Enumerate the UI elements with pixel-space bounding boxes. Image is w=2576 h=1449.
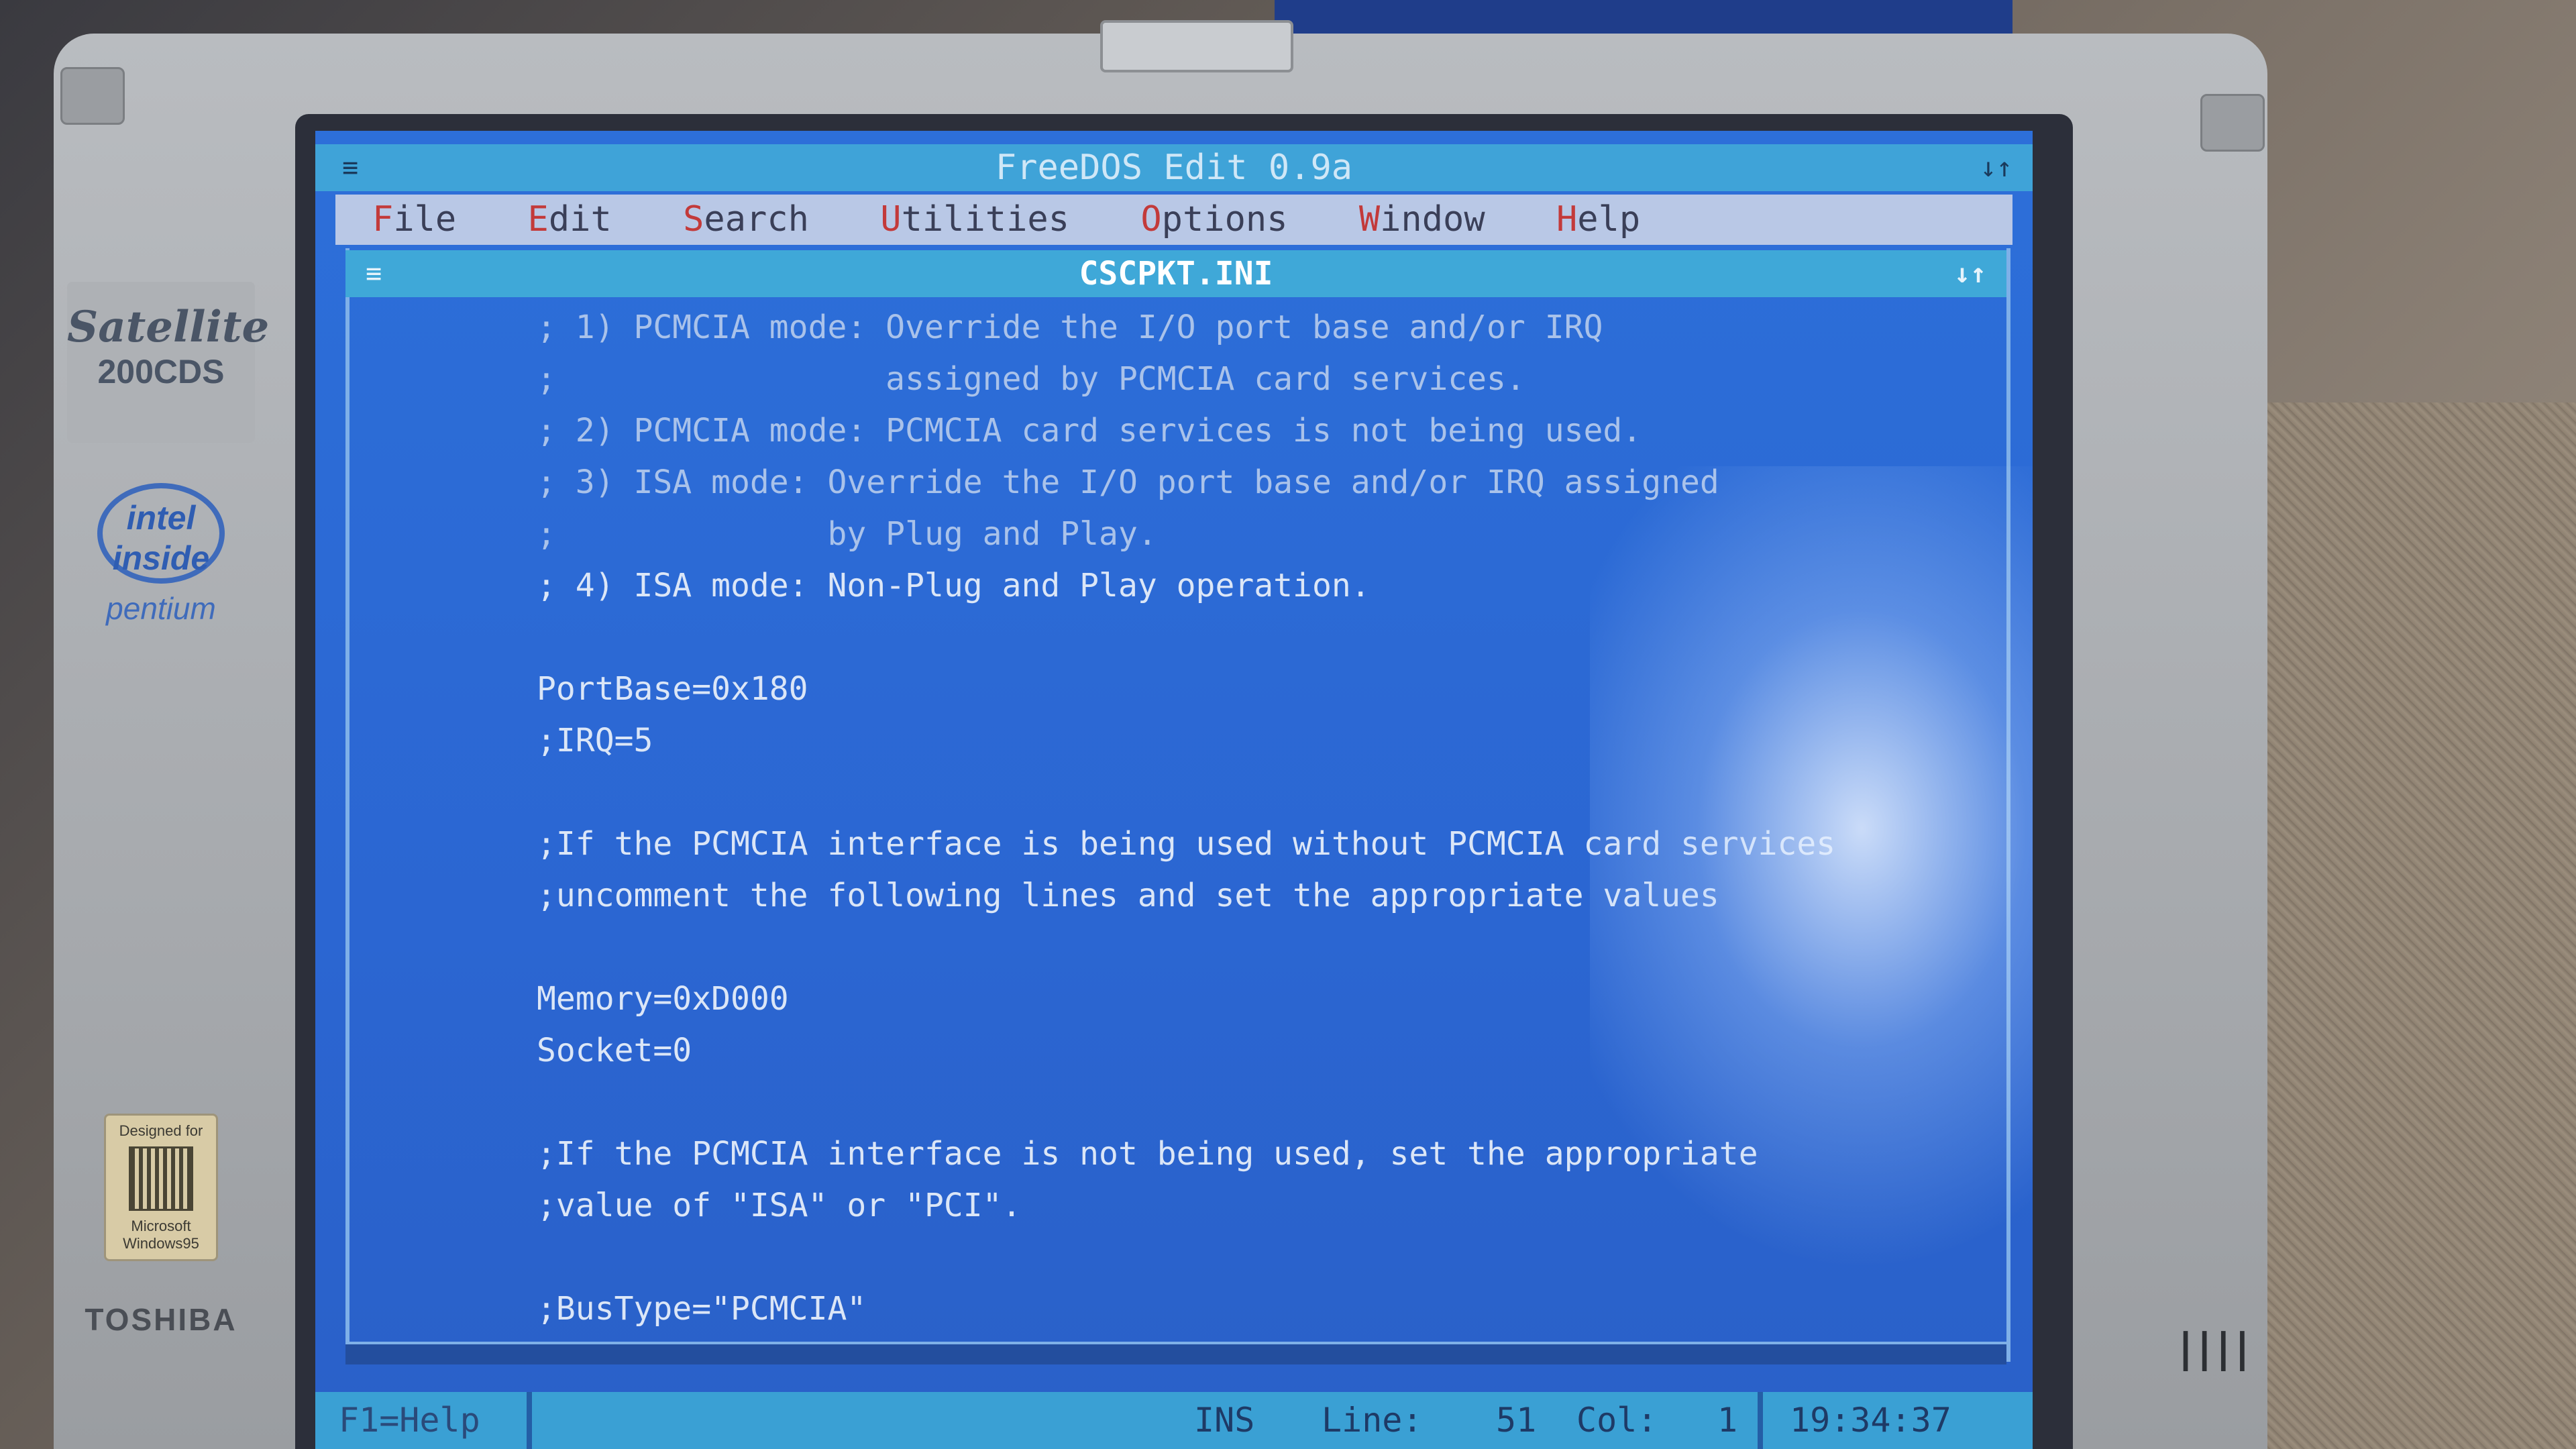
satellite-logo: Satellite 200CDS	[67, 282, 270, 443]
intel-inside-logo: intel inside pentium	[67, 483, 255, 627]
menu-help[interactable]: Help	[1556, 195, 1640, 245]
pentium-label: pentium	[106, 591, 216, 626]
windows95-sticker: Designed for Microsoft Windows95	[67, 1114, 255, 1261]
insert-mode-indicator: INS	[1194, 1401, 1255, 1440]
carpet-surface	[2214, 402, 2576, 1449]
horizontal-scrollbar[interactable]	[345, 1342, 2006, 1364]
line-number: 51	[1496, 1401, 1537, 1440]
editor-line: ; 3) ISA mode: Override the I/O port bas…	[537, 464, 1719, 501]
document-titlebar: ≡ CSCPKT.INI ↓↑	[345, 250, 2006, 297]
lcd-screen: ≡ FreeDOS Edit 0.9a ↓↑ File Edit Search …	[315, 131, 2033, 1449]
menu-search[interactable]: Search	[683, 195, 809, 245]
sticker-microsoft: Microsoft	[131, 1218, 191, 1234]
model-number: 200CDS	[97, 353, 225, 390]
menu-window[interactable]: Window	[1359, 195, 1485, 245]
column-number: 1	[1717, 1401, 1738, 1440]
bezel-bumper-left	[60, 67, 125, 125]
menu-file[interactable]: File	[372, 195, 456, 245]
document-filename: CSCPKT.INI	[1079, 255, 1273, 292]
menu-options[interactable]: Options	[1140, 195, 1287, 245]
editor-line: ; assigned by PCMCIA card services.	[537, 360, 1525, 398]
document-system-menu-icon[interactable]: ≡	[366, 250, 382, 297]
column-label: Col:	[1576, 1401, 1658, 1440]
editor-line: ;value of "ISA" or "PCI".	[537, 1187, 1022, 1224]
menu-edit[interactable]: Edit	[528, 195, 612, 245]
editor-line: ; by Plug and Play.	[537, 515, 1157, 553]
sticker-designed-for: Designed for	[119, 1122, 203, 1139]
menu-bar: File Edit Search Utilities Options Windo…	[335, 195, 2012, 245]
status-bar: F1=Help INS Line: 51 Col: 1 19:34:37	[315, 1392, 2033, 1449]
editor-line: ;If the PCMCIA interface is not being us…	[537, 1135, 1758, 1173]
editor-line: Socket=0	[537, 1032, 692, 1069]
editor-line: ;uncomment the following lines and set t…	[537, 877, 1719, 914]
intel-badge: intel inside	[97, 483, 225, 584]
bezel-bumper-right	[2200, 94, 2265, 152]
editor-text-area[interactable]: ; 1) PCMCIA mode: Override the I/O port …	[537, 302, 1979, 1335]
app-titlebar: ≡ FreeDOS Edit 0.9a ↓↑	[315, 144, 2033, 191]
toshiba-logo: TOSHIBA	[85, 1302, 237, 1337]
editor-line: ;IRQ=5	[537, 722, 653, 759]
app-system-menu-icon[interactable]: ≡	[342, 144, 358, 191]
editor-line: ; 2) PCMCIA mode: PCMCIA card services i…	[537, 412, 1642, 449]
editor-line: ; 1) PCMCIA mode: Override the I/O port …	[537, 309, 1603, 346]
help-hint[interactable]: F1=Help	[329, 1392, 532, 1449]
editor-line: ;BusType="PCMCIA"	[537, 1290, 867, 1328]
photo-background: Satellite 200CDS intel inside pentium De…	[0, 0, 2576, 1449]
lid-latch	[1100, 20, 1293, 72]
sticker-windows95: Windows95	[123, 1235, 199, 1252]
document-resize-icon[interactable]: ↓↑	[1954, 250, 1986, 297]
app-title: FreeDOS Edit 0.9a	[995, 148, 1353, 188]
line-label: Line:	[1322, 1401, 1423, 1440]
windows-flag-icon	[129, 1146, 193, 1211]
editor-line: ;If the PCMCIA interface is being used w…	[537, 825, 1836, 863]
editor-line: PortBase=0x180	[537, 670, 808, 708]
model-name: Satellite	[67, 302, 270, 352]
status-led-grille: ||||	[2174, 1325, 2254, 1372]
app-resize-icon[interactable]: ↓↑	[1980, 144, 2012, 191]
editor-line: ; 4) ISA mode: Non-Plug and Play operati…	[537, 567, 1371, 604]
clock: 19:34:37	[1758, 1392, 1951, 1449]
menu-utilities[interactable]: Utilities	[880, 195, 1069, 245]
editor-line: Memory=0xD000	[537, 980, 789, 1018]
